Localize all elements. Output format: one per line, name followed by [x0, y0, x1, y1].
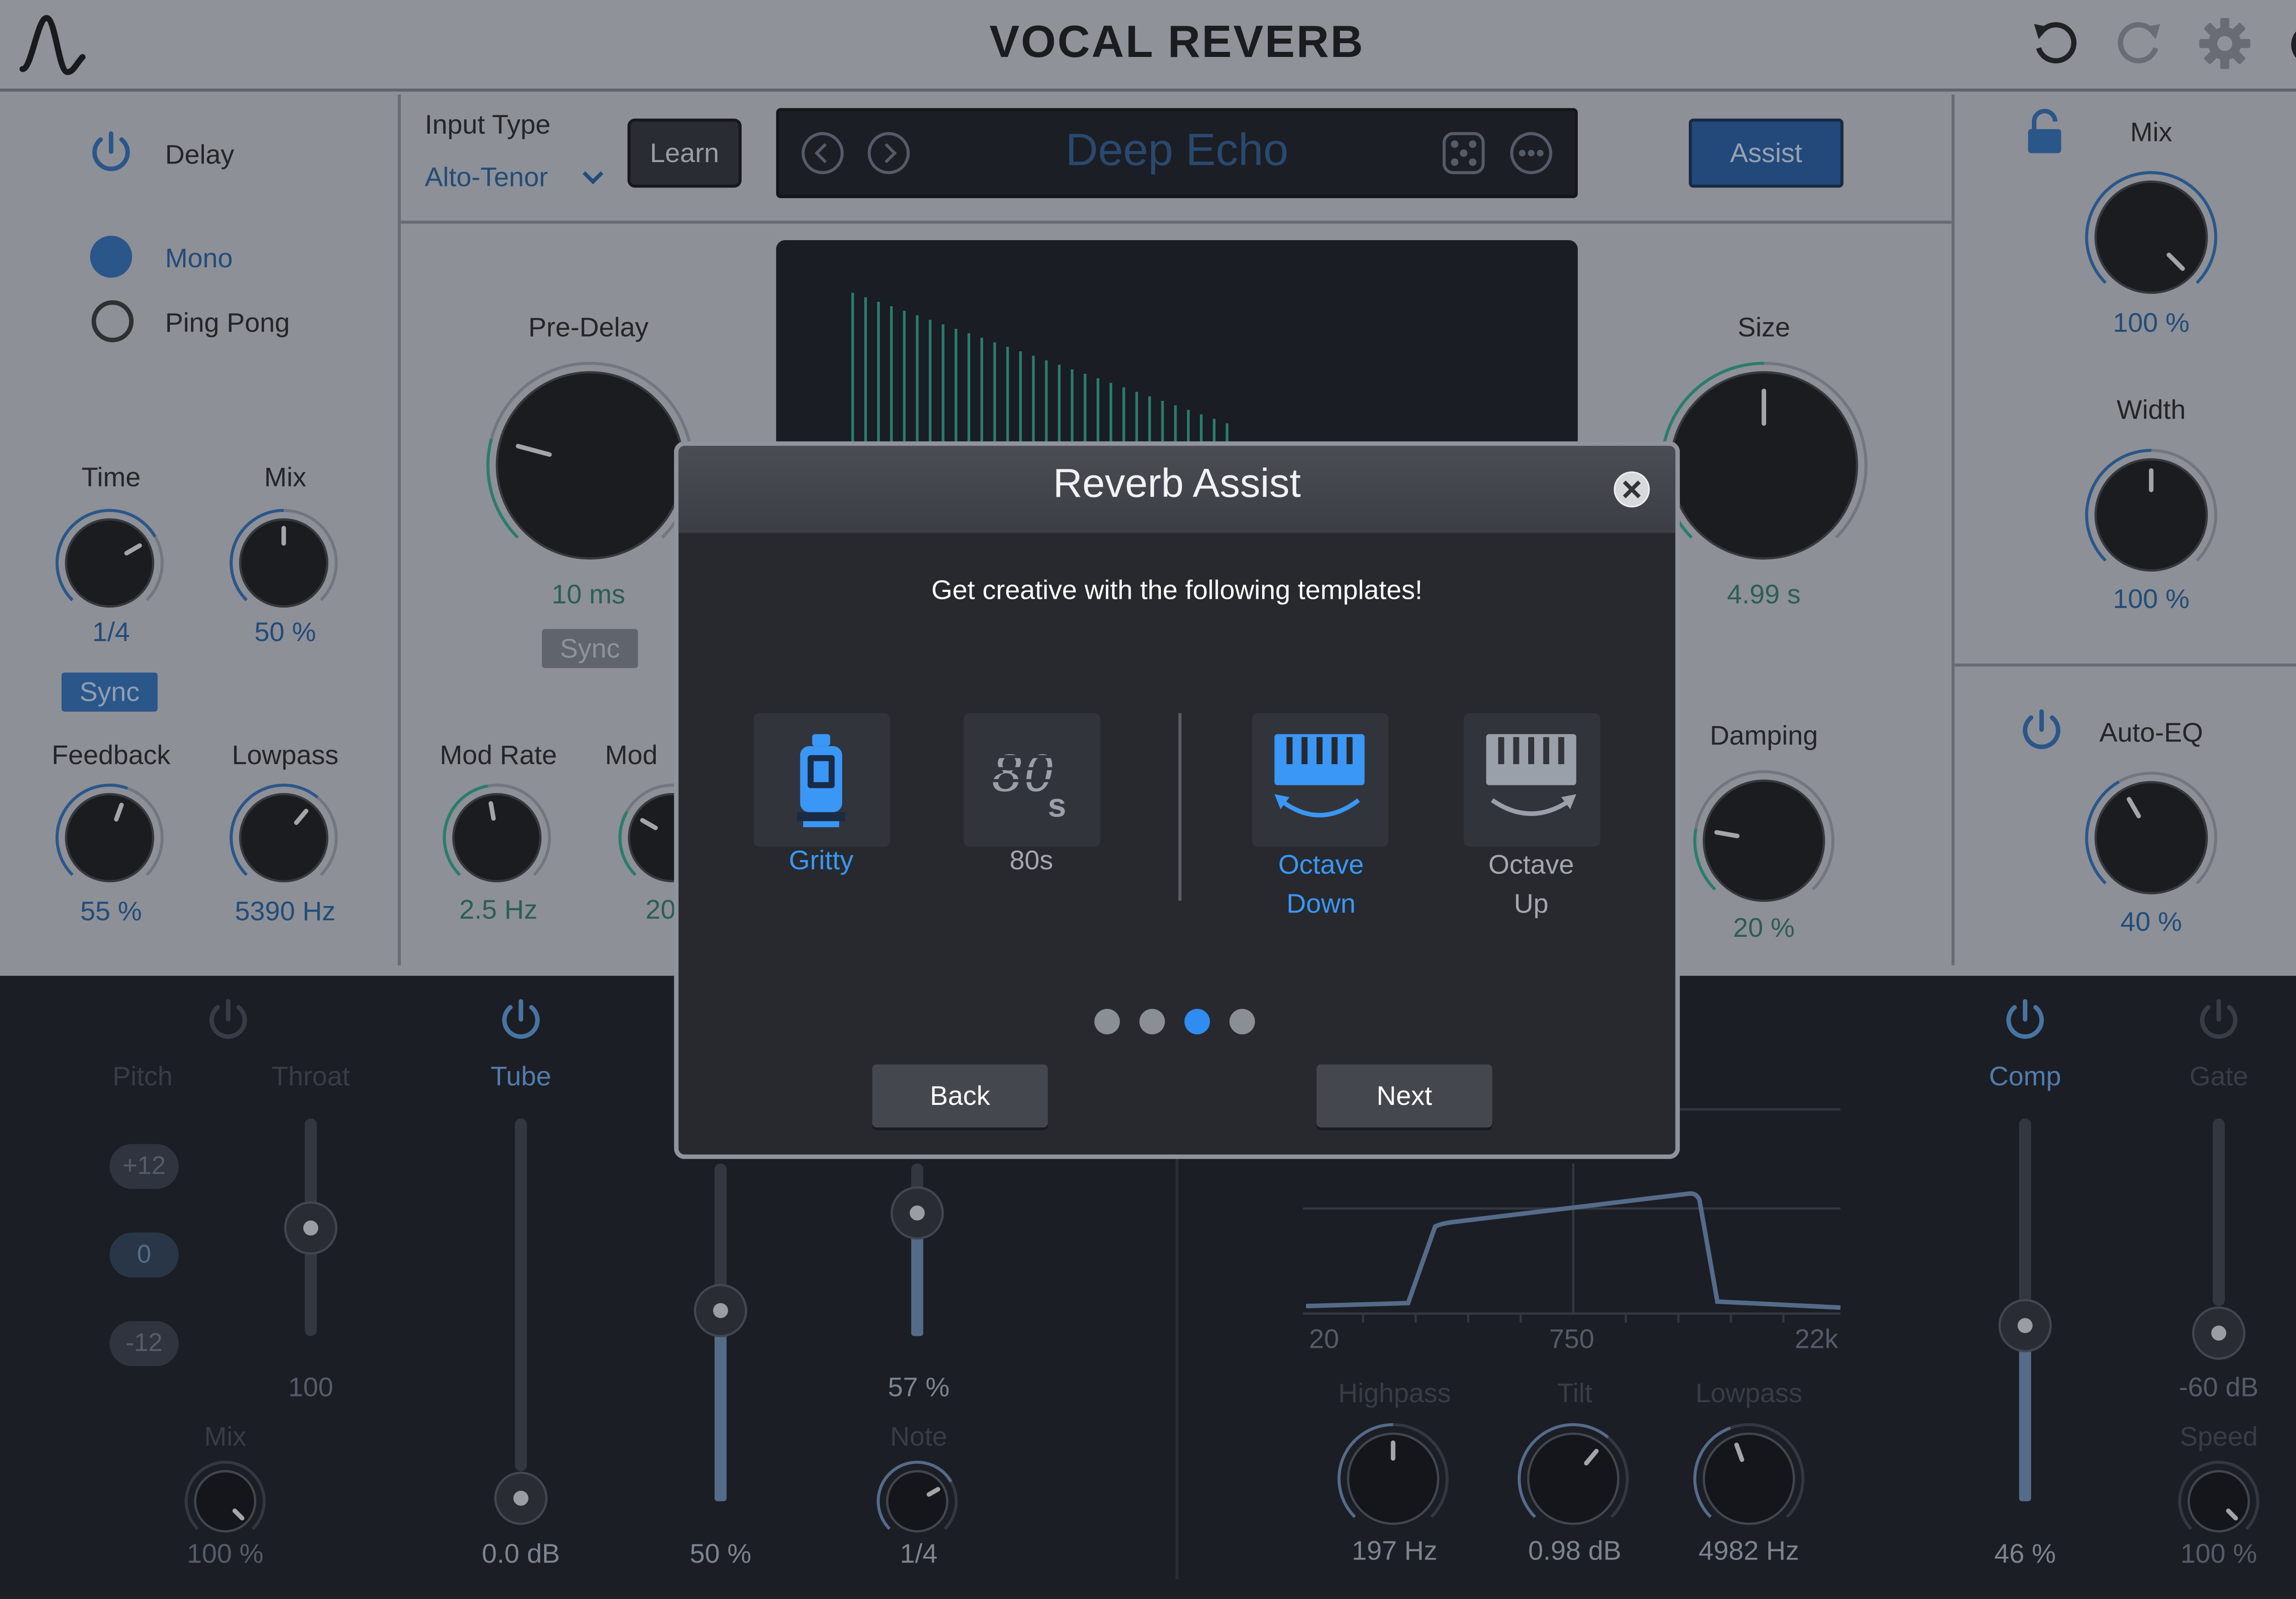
- template-gritty-label: Gritty: [788, 845, 854, 875]
- plugin-window: VOCAL REVERB Delay Mono Ping Pong Time M…: [0, 0, 2296, 1599]
- page-dot[interactable]: [1139, 1008, 1165, 1035]
- next-button[interactable]: Next: [1317, 1064, 1492, 1128]
- template-octave-down-label: Octave Down: [1278, 850, 1364, 919]
- dialog-subtitle: Get creative with the following template…: [931, 575, 1423, 605]
- tube-icon: [797, 734, 845, 828]
- 80s-icon: 80 s: [985, 740, 1081, 824]
- dialog-title: Reverb Assist: [1053, 461, 1301, 506]
- svg-text:s: s: [1048, 787, 1066, 824]
- keyboard-up-icon: [1486, 734, 1576, 816]
- close-icon[interactable]: [1612, 470, 1651, 509]
- template-80s-label: 80s: [1009, 845, 1053, 875]
- page-dot[interactable]: [1094, 1008, 1120, 1035]
- svg-text:80: 80: [991, 742, 1054, 805]
- template-divider: [1178, 713, 1182, 901]
- page-dot-active[interactable]: [1184, 1008, 1210, 1035]
- page-indicator: [1094, 1008, 1274, 1036]
- back-button[interactable]: Back: [872, 1064, 1048, 1128]
- page-dot[interactable]: [1229, 1008, 1255, 1035]
- template-octave-up-label: Octave Up: [1488, 850, 1574, 919]
- keyboard-down-icon: [1274, 734, 1365, 817]
